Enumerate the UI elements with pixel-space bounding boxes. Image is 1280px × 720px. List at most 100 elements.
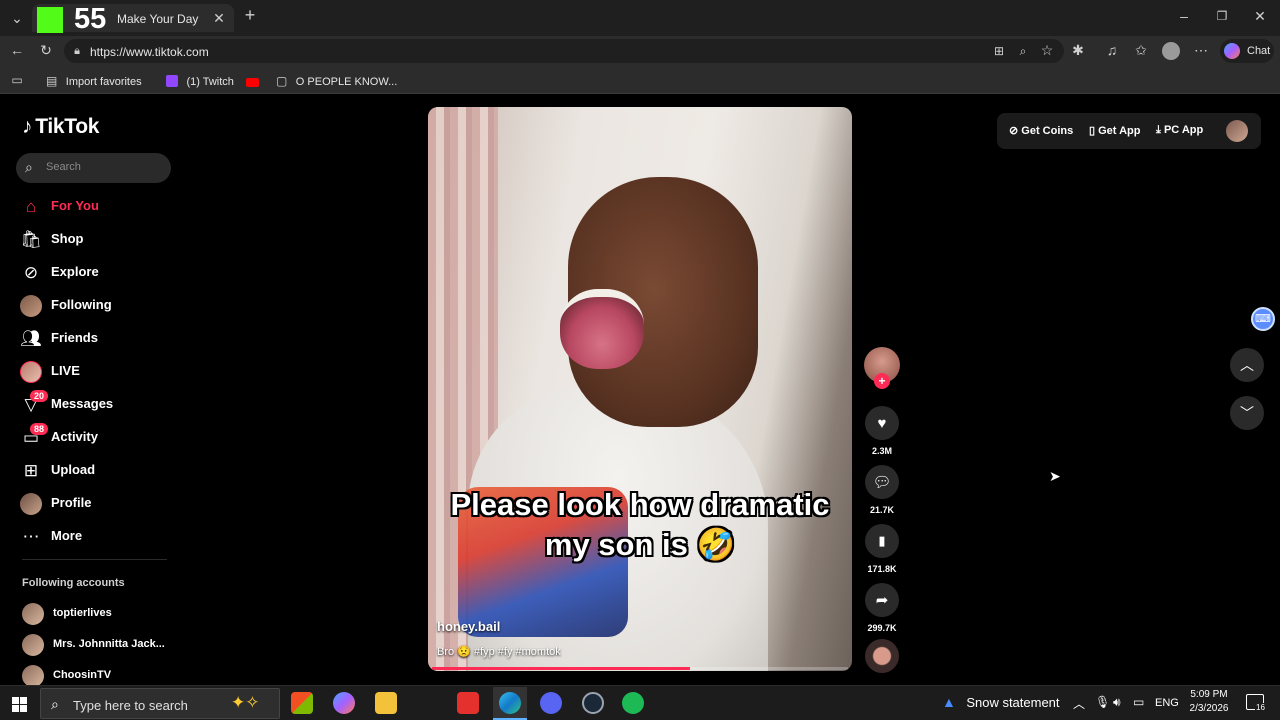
- previous-video-button[interactable]: ︿: [1230, 348, 1264, 382]
- close-tab-icon[interactable]: ✕: [212, 11, 226, 25]
- nav-more[interactable]: ⋯ More: [18, 523, 168, 551]
- favorites-toggle-icon[interactable]: ▭: [9, 73, 25, 87]
- next-video-button[interactable]: ﹀: [1230, 396, 1264, 430]
- display-icon[interactable]: ▭: [1133, 695, 1144, 709]
- nav-profile[interactable]: Profile: [18, 490, 168, 518]
- language-indicator[interactable]: ENG: [1155, 697, 1179, 709]
- nav-activity[interactable]: ▭ 88 Activity: [18, 423, 168, 452]
- nav-label: For You: [51, 198, 99, 213]
- favorite-import[interactable]: ▤ Import favorites: [46, 72, 142, 90]
- follow-plus-icon[interactable]: +: [874, 373, 890, 389]
- back-icon[interactable]: ←: [9, 43, 25, 57]
- spotify-icon[interactable]: [622, 692, 644, 714]
- comment-button[interactable]: 💬︎ 21.7K: [864, 465, 900, 515]
- following-account[interactable]: toptierlives: [22, 602, 182, 626]
- favorite-twitch[interactable]: (1) Twitch: [166, 72, 234, 90]
- chevron-up-icon: ︿: [1240, 357, 1254, 373]
- friends-icon: 👥︎: [20, 329, 42, 348]
- new-tab-icon[interactable]: +: [242, 6, 258, 24]
- header-actions: ⊘ Get Coins ▯ Get App ⤓ PC App: [997, 113, 1261, 149]
- copilot-app-icon[interactable]: [333, 692, 355, 714]
- favorite-page[interactable]: ▢ O PEOPLE KNOW...: [276, 72, 397, 90]
- notification-count: 16: [1255, 703, 1266, 712]
- address-bar-row: ← ↻ 🔒︎ https://www.tiktok.com ⊞ ⌕ ☆ ✱ ♫ …: [0, 36, 1280, 66]
- edge-browser-icon[interactable]: [493, 687, 527, 720]
- nav-live[interactable]: LIVE: [18, 358, 168, 386]
- taskbar-search-placeholder: Type here to search: [73, 698, 188, 713]
- minimize-icon[interactable]: –: [1176, 9, 1192, 23]
- nav-shop[interactable]: 🛍︎ Shop: [18, 226, 168, 254]
- nav-explore[interactable]: ⊘ Explore: [18, 259, 168, 287]
- volume-icon[interactable]: 🔊︎: [1113, 695, 1121, 710]
- tab-list-chevron-icon[interactable]: ⌄: [9, 11, 25, 25]
- nav-upload[interactable]: ⊞ Upload: [18, 457, 168, 485]
- microphone-icon[interactable]: 🎙︎: [1095, 695, 1110, 709]
- caption-line-1: Please look how dramatic: [450, 487, 830, 522]
- video-description[interactable]: Bro 😟 #fyp #fy #momtok: [437, 645, 561, 658]
- wps-office-icon[interactable]: [457, 692, 479, 714]
- favorite-star-icon[interactable]: ☆: [1040, 43, 1054, 57]
- translate-widget-icon[interactable]: ⌨︎: [1251, 307, 1275, 331]
- user-avatar[interactable]: [1226, 120, 1248, 142]
- get-app-button[interactable]: ▯ Get App: [1089, 124, 1141, 137]
- video-author[interactable]: honey.bail: [437, 619, 500, 634]
- nav-friends[interactable]: 👥︎ Friends: [18, 325, 168, 353]
- following-account[interactable]: ChoosinTV: [22, 664, 182, 685]
- get-coins-button[interactable]: ⊘ Get Coins: [1009, 124, 1073, 137]
- nav-for-you[interactable]: ⌂ For You: [18, 193, 168, 221]
- search-input[interactable]: ⌕ Search: [16, 153, 171, 183]
- nav-following[interactable]: Following: [18, 292, 168, 320]
- like-button[interactable]: ♥ 2.3M: [864, 406, 900, 456]
- zoom-icon[interactable]: ⌕: [1016, 44, 1030, 58]
- favorites-icon[interactable]: ✩: [1133, 43, 1149, 57]
- close-window-icon[interactable]: ✕: [1252, 9, 1268, 23]
- favorites-bar: ▭ ▤ Import favorites (1) Twitch ▢ O PEOP…: [0, 66, 1280, 94]
- tray-chevron-icon[interactable]: ︿: [1073, 695, 1085, 712]
- browser-tab[interactable]: 55 Make Your Day ✕: [32, 3, 234, 35]
- share-button[interactable]: ➦ 299.7K: [864, 583, 900, 633]
- taskbar-search-input[interactable]: ⌕ Type here to search ✦✧: [40, 688, 280, 719]
- extensions-icon[interactable]: ✱: [1070, 43, 1086, 57]
- weather-text: Snow statement: [966, 695, 1060, 710]
- video-player[interactable]: Please look how dramatic my son is 🤣 hon…: [428, 107, 852, 671]
- steam-icon[interactable]: [582, 692, 604, 714]
- lock-icon[interactable]: 🔒︎: [70, 44, 84, 58]
- like-count: 2.3M: [871, 446, 892, 456]
- account-name: ChoosinTV: [53, 669, 112, 681]
- file-explorer-icon[interactable]: [375, 692, 397, 714]
- discord-icon[interactable]: [540, 692, 562, 714]
- windows-start-icon[interactable]: [12, 697, 27, 712]
- nav-label: Friends: [51, 330, 98, 345]
- creator-avatar-button[interactable]: +: [864, 347, 900, 389]
- account-avatar: [22, 665, 44, 685]
- weather-widget[interactable]: ▲ Snow statement: [942, 694, 1060, 712]
- nav-label: Following: [51, 297, 112, 312]
- address-bar[interactable]: 🔒︎ https://www.tiktok.com ⊞ ⌕ ☆: [64, 39, 1064, 63]
- maximize-icon[interactable]: ❐: [1214, 9, 1230, 23]
- account-avatar: [22, 634, 44, 656]
- video-progress-bar[interactable]: [432, 667, 848, 670]
- settings-more-icon[interactable]: ⋯: [1193, 43, 1209, 57]
- pc-app-button[interactable]: ⤓ PC App: [1156, 124, 1203, 137]
- following-account[interactable]: Mrs. Johnnitta Jack...: [22, 633, 182, 657]
- app-available-icon[interactable]: ⊞: [992, 44, 1006, 58]
- clock[interactable]: 5:09 PM 2/3/2026: [1186, 689, 1232, 714]
- copilot-chat-button[interactable]: Chat: [1220, 39, 1274, 63]
- notifications-icon[interactable]: 16: [1246, 694, 1266, 712]
- favorite-youtube[interactable]: [246, 74, 259, 92]
- sidebar-divider: [22, 559, 167, 560]
- browser-essentials-icon[interactable]: ♫: [1104, 43, 1120, 57]
- nav-label: Shop: [51, 231, 84, 246]
- profile-icon[interactable]: [1162, 42, 1180, 60]
- url-text[interactable]: https://www.tiktok.com: [90, 45, 209, 59]
- sound-disc-button[interactable]: [864, 639, 900, 673]
- compass-icon: ⊘: [23, 263, 39, 282]
- save-button[interactable]: ▮ 171.8K: [864, 524, 900, 574]
- tiktok-logo[interactable]: ♪ TikTok: [22, 115, 99, 139]
- coin-icon: ⊘: [1009, 125, 1019, 137]
- pc-app-label: PC App: [1163, 124, 1204, 136]
- nav-messages[interactable]: ▽ 20 Messages: [18, 390, 168, 419]
- microsoft-store-icon[interactable]: [291, 692, 313, 714]
- clock-time: 5:09 PM: [1190, 689, 1228, 700]
- refresh-icon[interactable]: ↻: [38, 43, 54, 57]
